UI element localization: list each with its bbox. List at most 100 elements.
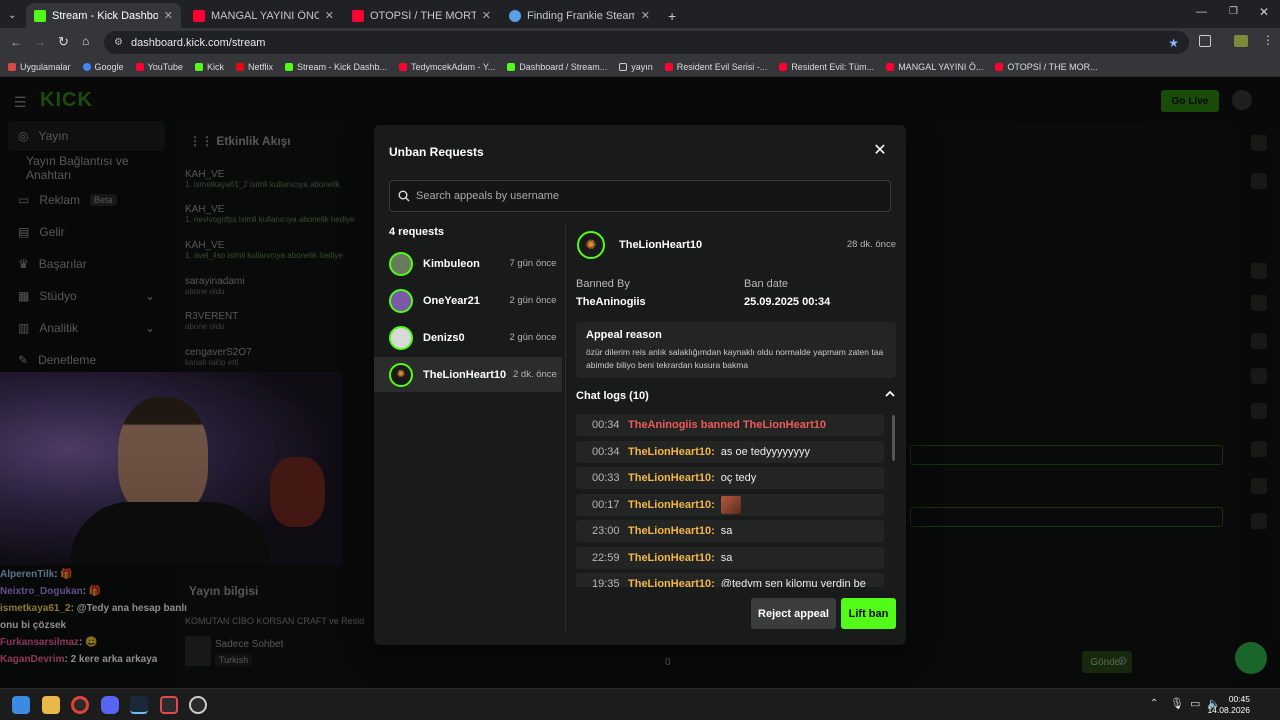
chat-log-row: 00:17 TheLionHeart10: [576, 494, 884, 516]
chevron-up-icon[interactable] [884, 389, 896, 401]
youtube-icon [779, 62, 788, 71]
youtube-icon [664, 62, 673, 71]
browser-tab[interactable]: Finding Frankie Steam'de ✕ [501, 3, 658, 28]
profile-icon[interactable] [1234, 35, 1248, 47]
banned-by-value: TheAninogiis [576, 296, 646, 308]
file-explorer-icon[interactable] [42, 696, 60, 714]
close-window-icon[interactable]: ✕ [1259, 5, 1269, 19]
apps-icon [8, 62, 16, 71]
chat-log-row: 00:34 TheAninogiis banned TheLionHeart10 [576, 414, 884, 436]
close-tab-icon[interactable]: ✕ [641, 9, 650, 22]
shield-icon[interactable] [160, 696, 178, 714]
site-info-icon[interactable]: ⚙ [114, 37, 123, 48]
youtube-icon [399, 62, 407, 71]
ban-date-value: 25.09.2025 00:34 [744, 296, 831, 308]
back-icon[interactable]: ← [10, 35, 22, 49]
youtube-favicon-icon [193, 9, 205, 22]
search-icon [398, 190, 410, 202]
forward-icon[interactable]: → [34, 35, 46, 49]
chrome-icon[interactable] [71, 696, 89, 714]
browser-tab-bar: ⌄ Stream - Kick Dashboard ✕ MANGAL YAYIN… [0, 0, 1280, 28]
chat-logs-list[interactable]: 00:34 TheAninogiis banned TheLionHeart10… [576, 414, 886, 587]
ban-date-label: Ban date [744, 278, 789, 290]
reload-icon[interactable]: ↻ [58, 34, 69, 50]
system-clock[interactable]: 00:45 14.08.2026 [1207, 694, 1250, 716]
chat-log-row: 00:34 TheLionHeart10: as oe tedyyyyyyyy [576, 441, 884, 463]
windows-start-icon[interactable] [12, 696, 30, 714]
new-tab-button[interactable]: + [660, 3, 682, 28]
home-icon[interactable]: ⌂ [82, 34, 89, 48]
divider [565, 223, 566, 631]
tab-title: OTOPSİ / THE MORTUARY ASS [370, 9, 476, 22]
kick-icon [284, 62, 293, 71]
bookmark-item[interactable]: Resident Evil: Tüm... [779, 62, 874, 72]
avatar [389, 325, 413, 350]
close-icon[interactable]: ✕ [872, 143, 888, 159]
address-bar[interactable]: ⚙ dashboard.kick.com/stream ★ [104, 31, 1189, 54]
bookmark-item[interactable]: Resident Evil Serisi -... [664, 62, 767, 72]
bookmark-item[interactable]: MANGAL YAYINI Ö... [886, 62, 983, 72]
emote-image [720, 496, 741, 514]
appeal-reason-label: Appeal reason [586, 329, 662, 341]
search-appeals-field[interactable] [389, 180, 891, 212]
netflix-icon [235, 62, 244, 71]
windows-taskbar: ⌃ 🎙 ▭ 🔈 00:45 14.08.2026 [0, 688, 1280, 720]
reject-appeal-button[interactable]: Reject appeal [751, 598, 836, 629]
appeal-reason-text: özür dilerim reis anlık salaklığımdan ka… [586, 347, 884, 370]
lion-avatar-icon: ✺ [389, 362, 413, 387]
request-item[interactable]: Kimbuleon 7 gün önce [374, 246, 562, 281]
close-tab-icon[interactable]: ✕ [164, 9, 173, 22]
requests-count: 4 requests [389, 226, 445, 238]
bookmark-star-icon[interactable]: ★ [1168, 36, 1179, 50]
steam-favicon-icon [509, 9, 521, 22]
chat-logs-scrollbar[interactable] [892, 415, 895, 461]
bookmark-item[interactable]: YouTube [135, 62, 183, 72]
browser-tab[interactable]: OTOPSİ / THE MORTUARY ASS ✕ [344, 3, 499, 28]
browser-tab[interactable]: Stream - Kick Dashboard ✕ [26, 3, 181, 28]
tab-title: Stream - Kick Dashboard [52, 9, 158, 22]
bookmark-item[interactable]: Dashboard / Stream... [507, 62, 607, 72]
bookmark-item[interactable]: Netflix [235, 62, 273, 72]
request-item[interactable]: OneYear21 2 gün önce [374, 283, 562, 318]
chat-log-row: 00:33 TheLionHeart10: oç tedy [576, 467, 884, 489]
modal-title: Unban Requests [389, 145, 484, 159]
minimize-icon[interactable]: — [1196, 6, 1207, 18]
obs-icon[interactable] [189, 696, 207, 714]
avatar [389, 288, 413, 313]
chat-log-row: 19:35 TheLionHeart10: @tedym sen kilomu … [576, 573, 884, 587]
extensions-icon[interactable] [1199, 35, 1211, 47]
avatar [389, 251, 413, 276]
youtube-icon [995, 62, 1004, 71]
bookmark-item[interactable]: Stream - Kick Dashb... [284, 62, 387, 72]
unban-requests-modal: Unban Requests ✕ 4 requests Kimbuleon 7 … [374, 125, 906, 645]
search-input[interactable] [416, 190, 876, 202]
chevron-up-icon[interactable]: ⌃ [1150, 698, 1158, 709]
google-icon [82, 62, 91, 71]
bookmark-item[interactable]: Google [82, 62, 124, 72]
close-tab-icon[interactable]: ✕ [325, 9, 334, 22]
steam-icon[interactable] [130, 696, 148, 714]
lift-ban-button[interactable]: Lift ban [841, 598, 896, 629]
browser-toolbar: ← → ↻ ⌂ ⚙ dashboard.kick.com/stream ★ ⋮ [0, 28, 1280, 57]
youtube-icon [135, 62, 144, 71]
request-item-selected[interactable]: ✺ TheLionHeart10 2 dk. önce [374, 357, 562, 392]
bookmark-item[interactable]: Uygulamalar [8, 62, 71, 72]
chat-logs-title: Chat logs (10) [576, 390, 649, 402]
menu-icon[interactable]: ⋮ [1262, 33, 1274, 47]
kick-icon [194, 62, 203, 71]
maximize-icon[interactable]: ❐ [1229, 6, 1238, 17]
chat-log-row: 23:00 TheLionHeart10: sa [576, 520, 884, 542]
network-icon[interactable]: ▭ [1190, 697, 1200, 710]
browser-tab[interactable]: MANGAL YAYINI ÖNCESİ MEKİ ✕ [185, 3, 342, 28]
close-tab-icon[interactable]: ✕ [482, 9, 491, 22]
bookmark-item[interactable]: OTOPSİ / THE MOR... [995, 62, 1098, 72]
microphone-icon[interactable]: 🎙 [1170, 697, 1184, 710]
tab-search-button[interactable]: ⌄ [0, 3, 22, 28]
request-item[interactable]: Denizs0 2 gün önce [374, 320, 562, 355]
discord-icon[interactable] [101, 696, 119, 714]
url-text: dashboard.kick.com/stream [130, 36, 266, 49]
appeal-reason-box: Appeal reason özür dilerim reis anlık sa… [576, 322, 896, 378]
bookmark-item[interactable]: Kick [194, 62, 224, 72]
bookmark-item[interactable]: TedymcekAdam - Y... [399, 62, 495, 72]
bookmark-item[interactable]: yayın [619, 62, 653, 72]
